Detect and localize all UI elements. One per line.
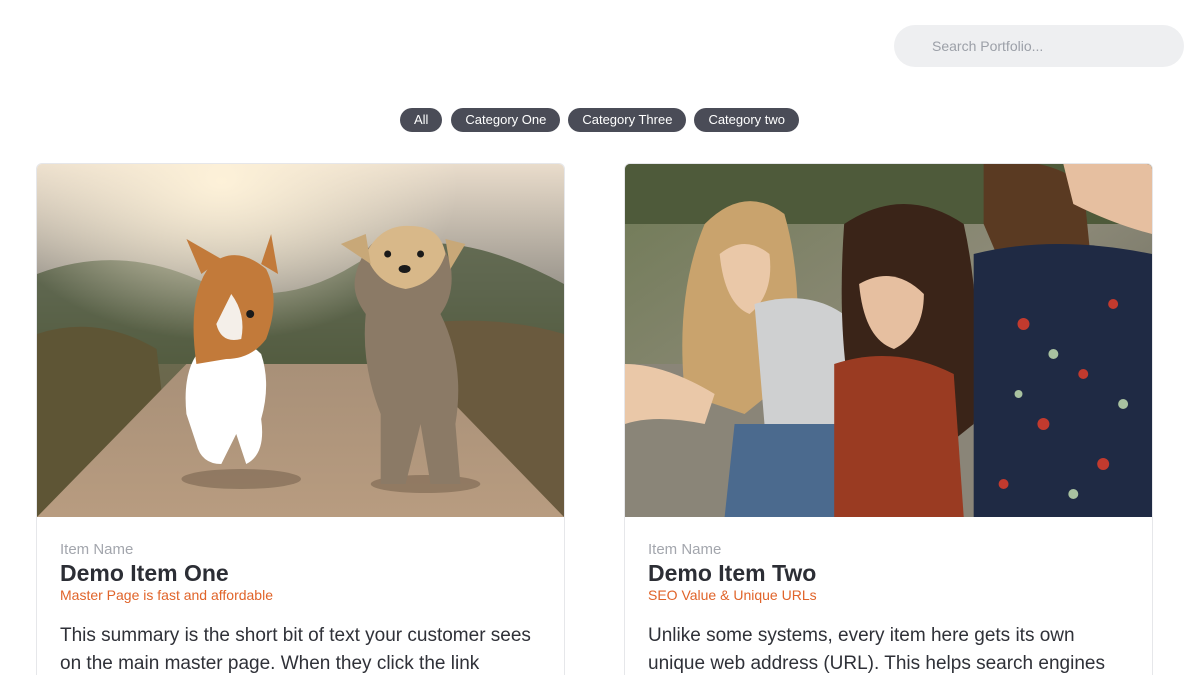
- item-subtitle: Master Page is fast and affordable: [60, 587, 273, 603]
- filter-category-one[interactable]: Category One: [451, 108, 561, 132]
- friends-laughing-photo[interactable]: [625, 164, 1152, 517]
- category-filters: All Category One Category Three Category…: [0, 108, 1200, 132]
- item-title[interactable]: Demo Item Two: [648, 559, 1129, 587]
- item-title[interactable]: Demo Item One: [60, 559, 541, 587]
- dogs-running-photo[interactable]: [37, 164, 564, 517]
- search-box[interactable]: [894, 25, 1184, 67]
- filter-all[interactable]: All: [399, 108, 443, 132]
- portfolio-card[interactable]: Item Name Demo Item One Master Page is f…: [36, 163, 565, 675]
- item-eyebrow: Item Name: [648, 541, 722, 558]
- item-summary: Unlike some systems, every item here get…: [648, 625, 1105, 674]
- item-summary: This summary is the short bit of text yo…: [60, 625, 531, 674]
- filter-category-two[interactable]: Category two: [694, 108, 800, 132]
- portfolio-card[interactable]: Item Name Demo Item Two SEO Value & Uniq…: [624, 163, 1153, 675]
- item-eyebrow: Item Name: [60, 541, 134, 558]
- card-body: Item Name Demo Item Two SEO Value & Uniq…: [625, 517, 1152, 675]
- portfolio-page: All Category One Category Three Category…: [0, 0, 1200, 675]
- card-body: Item Name Demo Item One Master Page is f…: [37, 517, 564, 675]
- filter-category-three[interactable]: Category Three: [568, 108, 687, 132]
- search-input[interactable]: [894, 25, 1184, 67]
- item-subtitle: SEO Value & Unique URLs: [648, 587, 817, 603]
